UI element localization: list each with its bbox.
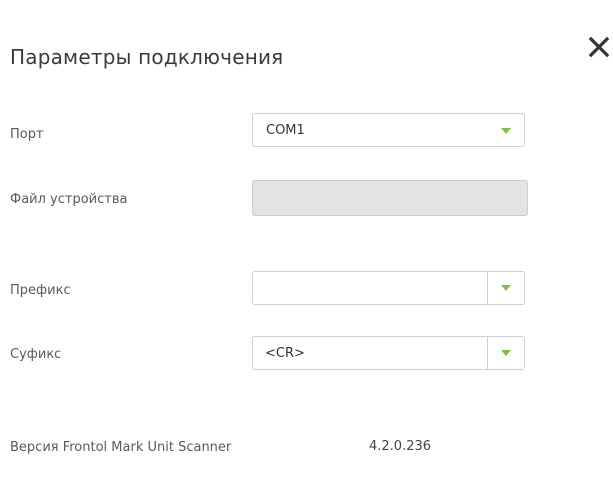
suffix-combobox[interactable]: <CR> bbox=[252, 336, 525, 370]
suffix-dropdown-button[interactable] bbox=[487, 337, 524, 369]
version-label: Версия Frontol Mark Unit Scanner bbox=[10, 440, 232, 455]
device-file-label: Файл устройства bbox=[10, 192, 128, 207]
port-value: COM1 bbox=[266, 123, 305, 138]
suffix-label: Суфикс bbox=[10, 347, 62, 362]
chevron-down-icon bbox=[501, 128, 511, 134]
prefix-label: Префикс bbox=[10, 283, 71, 298]
prefix-dropdown-button[interactable] bbox=[487, 272, 524, 304]
prefix-combobox[interactable] bbox=[252, 271, 525, 305]
suffix-value: <CR> bbox=[265, 346, 305, 361]
device-file-field bbox=[252, 180, 528, 216]
port-label: Порт bbox=[10, 127, 44, 142]
port-select[interactable]: COM1 bbox=[252, 113, 525, 147]
connection-settings-dialog: Параметры подключения Порт COM1 Файл уст… bbox=[0, 0, 613, 482]
chevron-down-icon bbox=[501, 350, 511, 356]
dialog-title: Параметры подключения bbox=[10, 45, 284, 69]
chevron-down-icon bbox=[501, 285, 511, 291]
close-icon[interactable] bbox=[588, 36, 610, 58]
version-value: 4.2.0.236 bbox=[369, 439, 432, 454]
